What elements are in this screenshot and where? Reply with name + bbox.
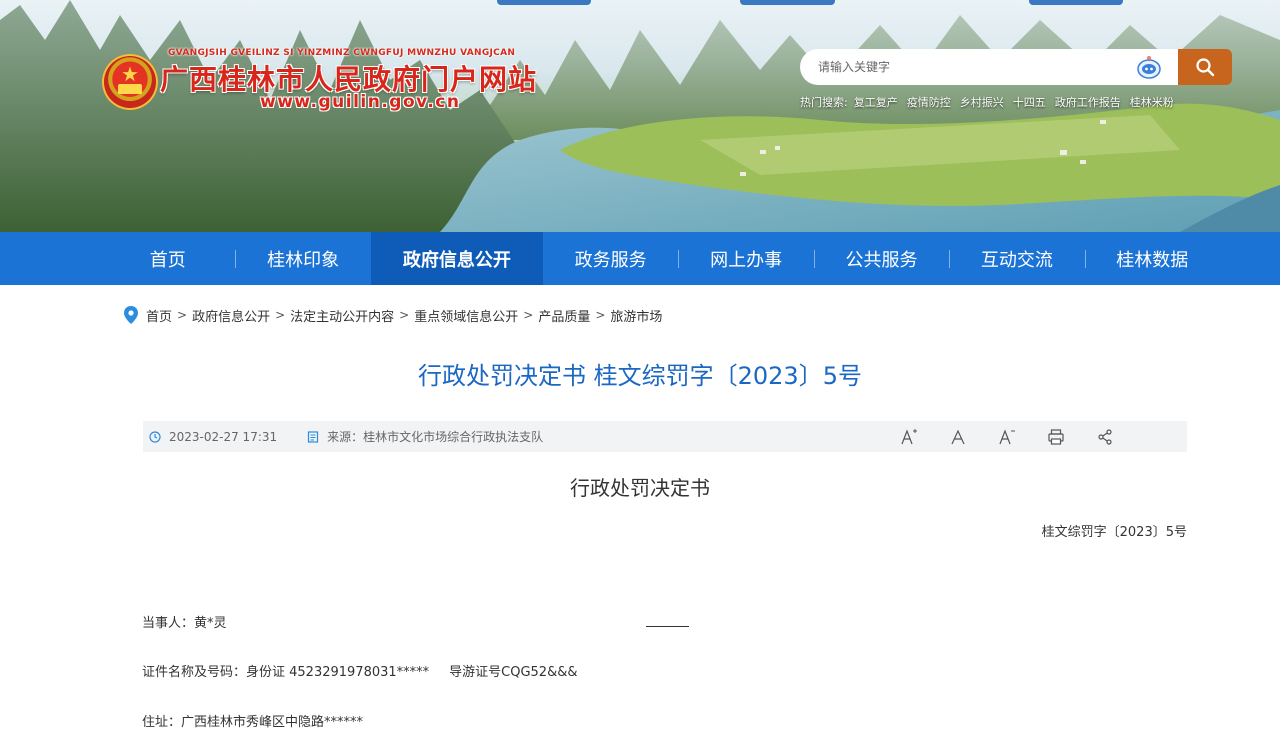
hot-term[interactable]: 复工复产 (854, 94, 898, 110)
search-icon (1196, 58, 1215, 77)
header-banner: ★ GVANGJSIH GVEILINZ SI YINZMINZ CWNGFUJ… (0, 0, 1280, 232)
font-normal-icon (950, 429, 965, 444)
breadcrumb-separator: > (523, 308, 534, 322)
hot-search-label: 热门搜索: (800, 96, 848, 109)
id-line: 证件名称及号码：身份证 4523291978031***** 导游证号CQG52&… (142, 661, 578, 680)
hot-search: 热门搜索: 复工复产 疫情防控 乡村振兴 十四五 政府工作报告 桂林米粉 (800, 94, 1240, 110)
guide-cert-text: 导游证号CQG52&&& (449, 665, 578, 680)
document-heading: 行政处罚决定书 (570, 476, 710, 500)
clock-icon (149, 430, 161, 443)
breadcrumb-separator: > (177, 308, 188, 322)
breadcrumb-link[interactable]: 产品质量 (538, 306, 590, 325)
nav-item-gov-services[interactable]: 政务服务 (543, 232, 678, 285)
article-meta-bar: 2023-02-27 17:31 来源：桂林市文化市场综合行政执法支队 (143, 421, 1187, 452)
publish-date-text: 2023-02-27 17:31 (169, 429, 278, 444)
article-title: 行政处罚决定书 桂文综罚字〔2023〕5号 (418, 362, 862, 390)
nav-item-online-affairs[interactable]: 网上办事 (678, 232, 813, 285)
landscape-image (0, 0, 1280, 232)
main-nav: 首页 桂林印象 政府信息公开 政务服务 网上办事 公共服务 互动交流 桂林数据 (0, 232, 1280, 285)
logo-url: www.guilin.gov.cn (260, 92, 461, 112)
font-decrease-icon (998, 428, 1015, 444)
breadcrumb-separator: > (595, 308, 606, 322)
top-tab-decoration (497, 0, 591, 5)
location-pin-icon (124, 306, 138, 324)
article-source: 来源：桂林市文化市场综合行政执法支队 (307, 428, 543, 445)
top-tab-decoration (1029, 0, 1123, 5)
document-icon (308, 430, 319, 443)
nav-item-guilin-data[interactable]: 桂林数据 (1084, 232, 1220, 285)
nav-item-public-services[interactable]: 公共服务 (813, 232, 949, 285)
national-emblem-icon: ★ (102, 54, 158, 110)
mascot-icon[interactable] (1136, 55, 1162, 79)
id-text: 证件名称及号码：身份证 4523291978031***** (142, 665, 430, 680)
breadcrumb-link[interactable]: 政府信息公开 (192, 306, 270, 325)
site-logo[interactable]: ★ GVANGJSIH GVEILINZ SI YINZMINZ CWNGFUJ… (102, 48, 572, 116)
hot-term[interactable]: 桂林米粉 (1130, 94, 1174, 110)
breadcrumb-separator: > (275, 308, 286, 322)
print-icon (1047, 428, 1064, 445)
nav-item-gov-info[interactable]: 政府信息公开 (370, 232, 543, 285)
breadcrumb-separator: > (399, 308, 410, 322)
breadcrumb-link[interactable]: 旅游市场 (610, 306, 662, 325)
publish-date: 2023-02-27 17:31 (149, 430, 277, 444)
breadcrumb-link[interactable]: 首页 (146, 306, 172, 325)
nav-item-guilin-impression[interactable]: 桂林印象 (235, 232, 370, 285)
hot-term[interactable]: 十四五 (1013, 94, 1046, 110)
search-bar (800, 49, 1232, 85)
top-tab-decoration (740, 0, 835, 5)
share-icon (1097, 428, 1112, 445)
logo-pinyin: GVANGJSIH GVEILINZ SI YINZMINZ CWNGFUJ M… (168, 48, 516, 58)
breadcrumb: 首页 > 政府信息公开 > 法定主动公开内容 > 重点领域信息公开 > 产品质量… (124, 305, 662, 325)
hot-term[interactable]: 政府工作报告 (1055, 94, 1121, 110)
source-text: 来源：桂林市文化市场综合行政执法支队 (327, 430, 544, 444)
hot-term[interactable]: 疫情防控 (907, 94, 951, 110)
document-number: 桂文综罚字〔2023〕5号 (1041, 525, 1187, 540)
nav-item-interaction[interactable]: 互动交流 (949, 232, 1084, 285)
nav-item-home[interactable]: 首页 (100, 232, 235, 285)
font-increase-icon (900, 428, 917, 444)
party-line: 当事人：黄*灵 (142, 616, 227, 631)
breadcrumb-link[interactable]: 重点领域信息公开 (414, 306, 518, 325)
print-button[interactable] (1031, 421, 1080, 452)
article-tools (884, 421, 1129, 452)
divider-line (646, 626, 689, 627)
search-button[interactable] (1178, 49, 1232, 85)
font-increase-button[interactable] (884, 421, 933, 452)
hot-term[interactable]: 乡村振兴 (960, 94, 1004, 110)
font-decrease-button[interactable] (982, 421, 1031, 452)
share-button[interactable] (1080, 421, 1129, 452)
breadcrumb-link[interactable]: 法定主动公开内容 (290, 306, 394, 325)
font-reset-button[interactable] (933, 421, 982, 452)
address-line: 住址：广西桂林市秀峰区中隐路****** (142, 715, 364, 730)
search-input[interactable] (800, 49, 1178, 85)
